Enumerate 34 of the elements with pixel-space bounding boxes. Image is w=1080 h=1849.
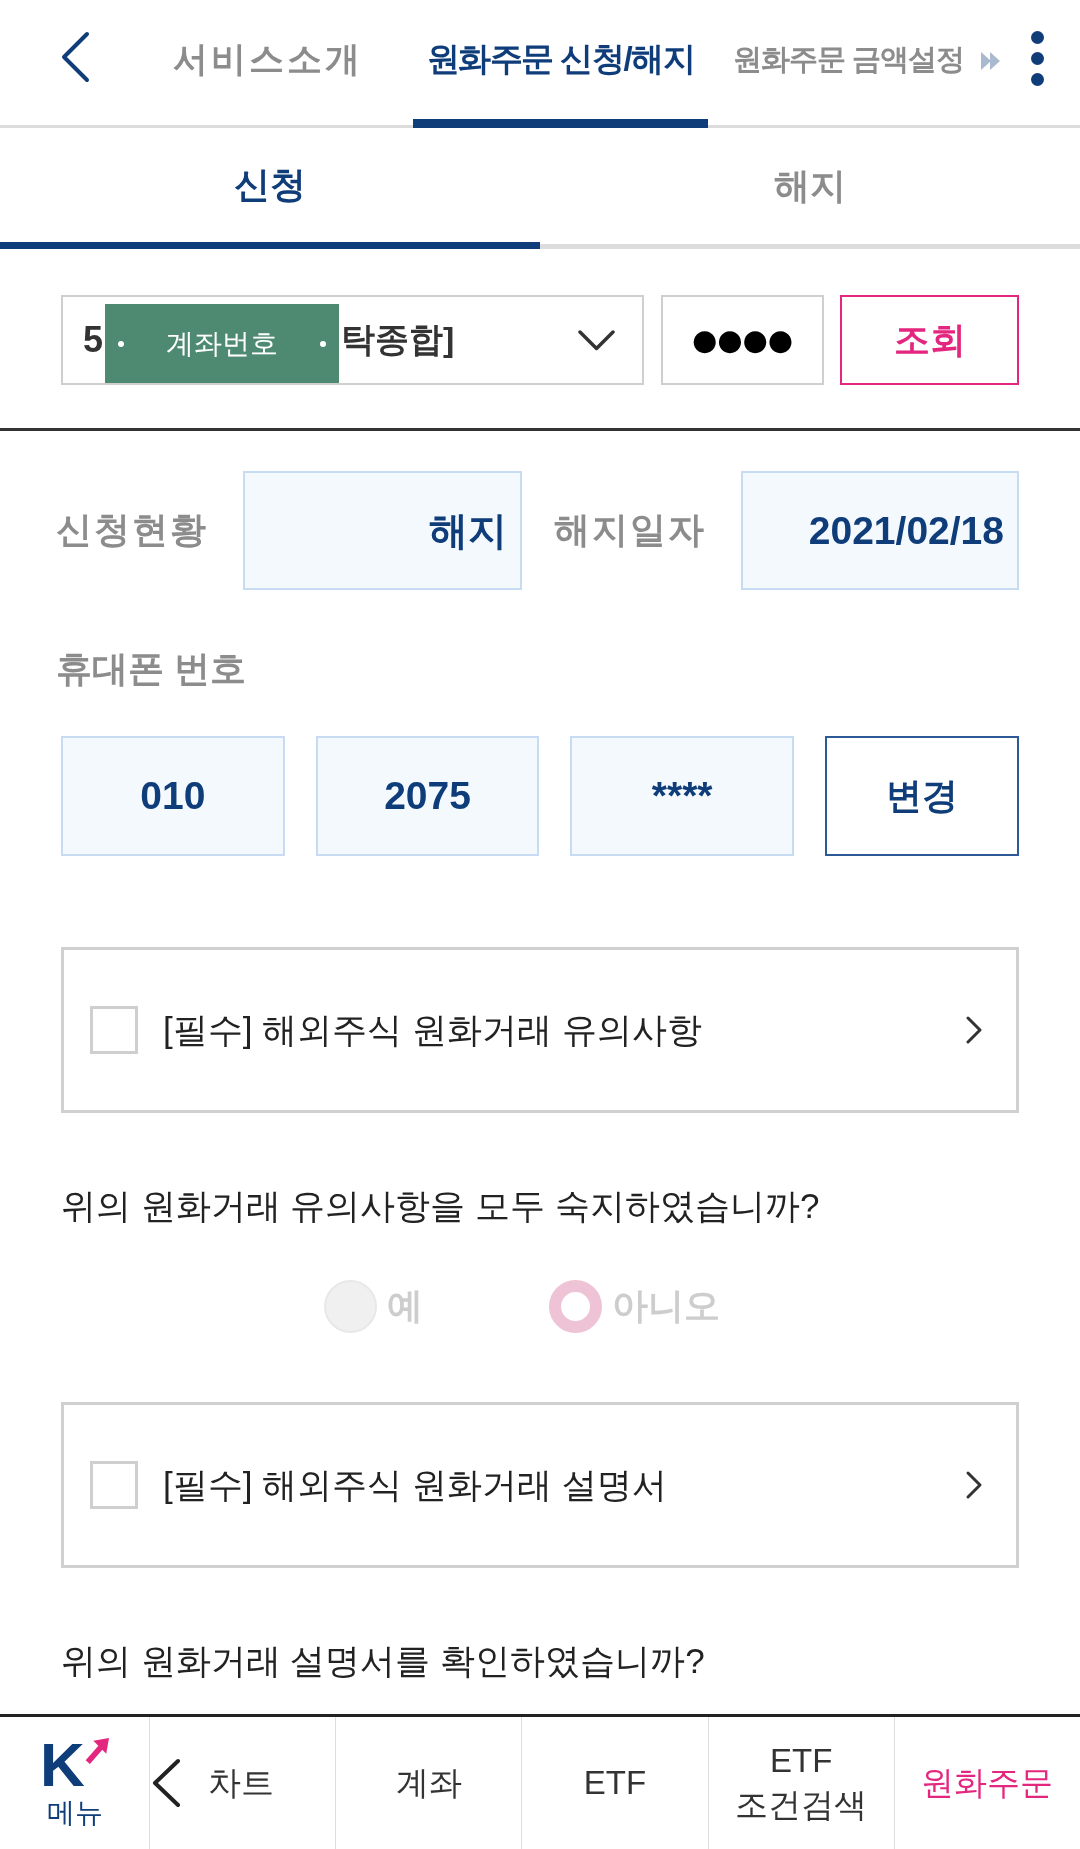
back-icon[interactable] [61, 31, 90, 83]
checkbox[interactable] [90, 1006, 138, 1054]
checkbox[interactable] [90, 1461, 138, 1509]
phone-field[interactable]: 010 [61, 736, 285, 856]
status-field: 해지 [243, 471, 522, 590]
status-label: 해지일자 [553, 508, 707, 552]
account-number-text: 5 [83, 319, 104, 361]
chevron-left-icon [151, 1758, 181, 1808]
change-button[interactable]: 변경 [825, 736, 1019, 856]
password-field[interactable]: ●●●● [661, 295, 824, 385]
status-label: 신청현황 [56, 508, 209, 552]
redaction-text: 계좌번호 [166, 326, 279, 361]
phone-field[interactable]: 2075 [315, 736, 540, 856]
dot-icon [320, 340, 327, 347]
logo-letter: K [40, 1736, 85, 1794]
phone-field[interactable]: **** [570, 736, 794, 856]
question-text: 위의 원화거래 유의사항을 모두 숙지하였습니까? [61, 1185, 820, 1227]
agreement-card[interactable]: [필수] 해외주식 원화거래 설명서 [61, 1402, 1019, 1568]
account-select[interactable]: 5 계좌번호 탁종합] [61, 295, 644, 385]
dot-icon [118, 340, 125, 347]
phone-label: 휴대폰 번호 [56, 647, 246, 691]
agreement-text: [필수] 해외주식 원화거래 유의사항 [163, 1008, 702, 1051]
more-icon[interactable] [1031, 31, 1044, 86]
double-arrow-icon[interactable] [981, 50, 1001, 72]
chevron-down-icon [578, 329, 615, 351]
arrow-icon [84, 1738, 109, 1764]
question-text: 위의 원화거래 설명서를 확인하였습니까? [61, 1640, 705, 1682]
inquiry-button[interactable]: 조회 [840, 295, 1019, 385]
status-field: 2021/02/18 [740, 471, 1019, 590]
chevron-right-icon [965, 1470, 983, 1500]
chevron-right-icon [965, 1015, 983, 1045]
agreement-text: [필수] 해외주식 원화거래 설명서 [163, 1463, 667, 1506]
agreement-card[interactable]: [필수] 해외주식 원화거래 유의사항 [61, 947, 1019, 1113]
account-type-text: 탁종합] [341, 319, 455, 360]
